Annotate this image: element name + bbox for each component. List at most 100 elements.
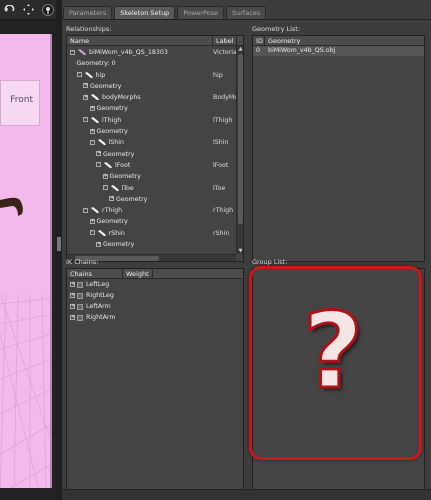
collapse-icon[interactable]: -: [89, 230, 95, 236]
splitter-grip[interactable]: [57, 237, 61, 251]
tree-row[interactable]: + Geometry: [67, 149, 243, 160]
bone-icon: [91, 207, 99, 214]
geometry-list[interactable]: ID Geometry 0 biMiWom_v4b_QS.obj: [252, 35, 425, 262]
expand-icon[interactable]: +: [70, 293, 75, 298]
col-label-header[interactable]: Label: [213, 36, 237, 45]
collapse-icon[interactable]: -: [83, 117, 88, 123]
camera-label: Front: [0, 80, 40, 126]
tree-node-label: rThigh: [213, 207, 234, 215]
ik-chain-name: RightArm: [86, 314, 116, 321]
tree-node-name: - lToe: [102, 183, 134, 194]
tree-row[interactable]: - lShin lShin: [67, 137, 243, 148]
tree-node-name: + Geometry: [102, 171, 141, 182]
tree-node-name: + Geometry: [89, 216, 128, 227]
tree-node-text: biMiWom_v4b_QS_18303: [89, 49, 168, 56]
col-weight-header[interactable]: Weight: [123, 269, 153, 278]
collapse-icon[interactable]: -: [89, 139, 95, 145]
expand-icon[interactable]: +: [96, 241, 101, 247]
group-list-title: Group List:: [252, 258, 288, 266]
tree-node-name: - hip: [76, 70, 105, 81]
tree-row[interactable]: + Geometry: [67, 126, 243, 137]
chain-checkbox[interactable]: [77, 292, 83, 299]
tree-row[interactable]: Geometry: 0: [67, 58, 243, 69]
tree-row[interactable]: - rThigh rThigh: [67, 205, 243, 216]
collapse-icon[interactable]: -: [76, 72, 82, 78]
ik-chain-name: LeftLeg: [86, 281, 110, 288]
collapse-icon[interactable]: -: [102, 185, 108, 191]
tree-row[interactable]: - lThigh lThigh: [67, 115, 243, 126]
tree-row[interactable]: - rShin rShin: [67, 228, 243, 239]
viewport-canvas[interactable]: Front: [0, 34, 52, 488]
expand-icon[interactable]: +: [83, 83, 88, 89]
expand-icon[interactable]: +: [89, 128, 95, 134]
relationships-header: Name Label: [67, 36, 243, 46]
expand-icon[interactable]: +: [102, 173, 108, 179]
move-icon[interactable]: [23, 4, 35, 16]
tree-node-text: lThigh: [102, 116, 122, 124]
chain-checkbox[interactable]: [77, 281, 83, 288]
tree-node-label: lFoot: [213, 161, 229, 169]
tree-row[interactable]: + Geometry: [67, 171, 243, 182]
expand-icon[interactable]: +: [70, 315, 75, 320]
chain-checkbox[interactable]: [77, 303, 83, 310]
tab-powerpose[interactable]: PowerPose: [177, 6, 225, 19]
tab-surfaces[interactable]: Surfaces: [226, 6, 267, 19]
ik-chain-row[interactable]: + LeftLeg: [67, 279, 243, 290]
collapse-icon[interactable]: -: [96, 162, 101, 168]
tree-row[interactable]: + Geometry: [67, 103, 243, 114]
scroll-up-icon[interactable]: ▲: [238, 46, 243, 52]
ik-chain-row[interactable]: + LeftArm: [67, 301, 243, 312]
expand-icon[interactable]: +: [70, 304, 75, 309]
tab-skeleton-setup[interactable]: Skeleton Setup: [114, 6, 176, 19]
geometry-list-title: Geometry List:: [252, 25, 301, 33]
tree-row[interactable]: + bodyMorphs BodyMo: [67, 92, 243, 103]
tree-node-name: + Geometry: [96, 149, 134, 160]
undo-icon[interactable]: [4, 4, 16, 16]
expand-icon[interactable]: +: [96, 151, 101, 157]
bone-icon: [91, 94, 99, 101]
tree-row[interactable]: - lToe lToe: [67, 183, 243, 194]
col-id-header[interactable]: ID: [253, 36, 265, 45]
expand-icon[interactable]: +: [70, 282, 75, 287]
tree-node-text: Geometry: [103, 150, 135, 158]
tree-row[interactable]: - lFoot lFoot: [67, 160, 243, 171]
relationships-vscrollbar[interactable]: ▲ ▼: [236, 46, 243, 254]
tree-row[interactable]: + Geometry: [67, 81, 243, 92]
tree-node-text: Geometry: [109, 173, 141, 181]
viewport-toolbar: [0, 0, 58, 20]
expand-icon[interactable]: +: [109, 196, 114, 202]
tree-row[interactable]: + Geometry: [67, 216, 243, 227]
pin-icon[interactable]: [42, 3, 55, 16]
tree-node-name: + Geometry: [89, 103, 128, 114]
tree-row[interactable]: + Geometry: [67, 194, 243, 205]
ik-chains-list[interactable]: Chains Weight + LeftLeg + RightLeg + LeftArm +…: [66, 268, 244, 490]
tree-node-label: rShin: [213, 229, 230, 237]
tree-node-label: lShin: [213, 139, 229, 147]
ik-chain-row[interactable]: + RightLeg: [67, 290, 243, 301]
tab-parameters[interactable]: Parameters: [63, 6, 113, 19]
collapse-icon[interactable]: -: [70, 49, 75, 55]
scroll-thumb[interactable]: [238, 54, 243, 224]
expand-icon[interactable]: +: [89, 218, 95, 224]
3d-viewport[interactable]: Front: [0, 20, 56, 500]
panel-tabs: Parameters Skeleton Setup PowerPose Surf…: [63, 6, 267, 19]
chain-checkbox[interactable]: [77, 314, 83, 321]
ik-chain-name: RightLeg: [86, 292, 114, 299]
col-chains-header[interactable]: Chains: [67, 269, 123, 278]
col-geometry-header[interactable]: Geometry: [265, 36, 424, 45]
expand-icon[interactable]: +: [89, 105, 95, 111]
col-name-header[interactable]: Name: [67, 36, 213, 45]
scroll-down-icon[interactable]: ▼: [238, 248, 243, 254]
geometry-row[interactable]: 0 biMiWom_v4b_QS.obj: [253, 46, 424, 56]
tree-node-label: Victoria: [213, 49, 237, 56]
expand-icon[interactable]: +: [83, 94, 88, 100]
bone-icon: [104, 161, 112, 168]
tree-row[interactable]: - hip hip: [67, 70, 243, 81]
relationships-tree[interactable]: Name Label - biMiWom_v4b_QS_18303 Victoria…: [66, 35, 244, 262]
tree-row[interactable]: - biMiWom_v4b_QS_18303 Victoria: [67, 47, 243, 58]
collapse-icon[interactable]: -: [83, 207, 88, 213]
ik-chain-row[interactable]: + RightArm: [67, 312, 243, 323]
ik-header: Chains Weight: [67, 269, 243, 279]
tree-node-text: rShin: [108, 229, 125, 237]
tree-row[interactable]: + Geometry: [67, 239, 243, 250]
